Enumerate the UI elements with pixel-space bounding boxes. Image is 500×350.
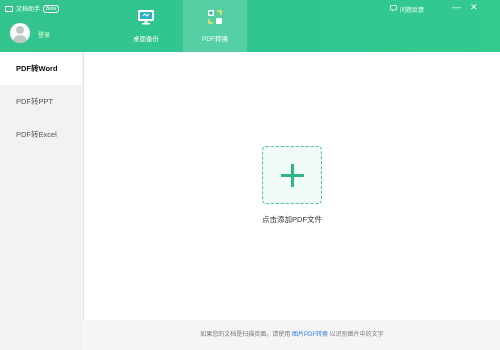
footer-text-before: 如果您的文档是扫描页面，请使用 xyxy=(200,332,291,338)
tab-desktop-backup[interactable]: 桌面备份 xyxy=(116,0,176,52)
close-button[interactable]: ✕ xyxy=(470,3,478,12)
sidebar-item-pdf-to-excel[interactable]: PDF转Excel xyxy=(0,118,82,151)
chat-icon xyxy=(390,5,397,14)
footer-text-after: 以识别图片中的文字 xyxy=(329,332,384,338)
image-pdf-convert-link[interactable]: 图片PDF转换 xyxy=(292,332,328,338)
convert-icon xyxy=(207,9,223,27)
tab-pdf-convert[interactable]: PDF转换 xyxy=(183,0,247,52)
login-link[interactable]: 登录 xyxy=(38,30,50,39)
tab-desktop-backup-label: 桌面备份 xyxy=(133,36,159,43)
app-name: 文档助手 xyxy=(16,7,41,13)
add-file-button[interactable] xyxy=(262,146,322,204)
sidebar-item-pdf-to-word[interactable]: PDF转Word xyxy=(0,52,82,85)
sidebar-item-pdf-to-ppt[interactable]: PDF转PPT xyxy=(0,85,82,118)
drop-area: 点击添加PDF文件 xyxy=(83,52,500,320)
tab-pdf-convert-label: PDF转换 xyxy=(202,36,228,43)
feedback-label: 问题反馈 xyxy=(400,8,425,14)
title-bar: 文档助手 Beta 登录 桌面备份 PDF转换 问题反馈 — ✕ xyxy=(0,0,500,52)
footer-hint: 如果您的文档是扫描页面，请使用 图片PDF转换 以识别图片中的文字 xyxy=(0,320,500,350)
avatar[interactable] xyxy=(10,23,30,43)
app-logo-icon xyxy=(5,5,13,12)
sidebar: PDF转Word PDF转PPT PDF转Excel xyxy=(0,52,82,350)
minimize-button[interactable]: — xyxy=(452,3,461,12)
app-title: 文档助手 Beta xyxy=(5,4,60,13)
monitor-icon xyxy=(137,9,155,27)
beta-badge: Beta xyxy=(43,4,60,13)
feedback-button[interactable]: 问题反馈 xyxy=(390,5,424,14)
add-file-label: 点击添加PDF文件 xyxy=(262,215,322,224)
